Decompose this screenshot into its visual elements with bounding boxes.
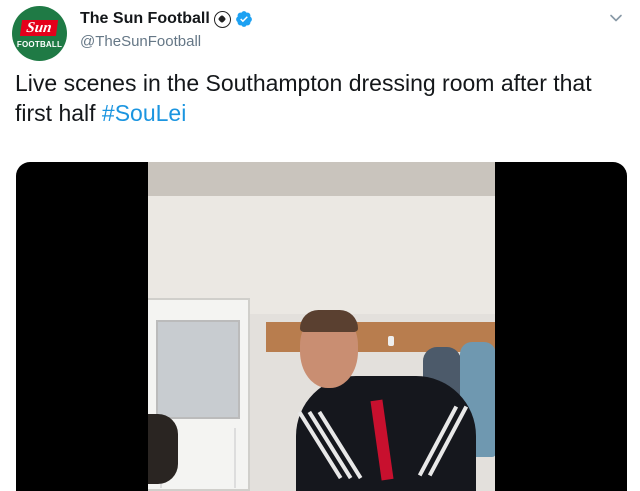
verified-badge-icon bbox=[235, 11, 252, 27]
chevron-down-icon[interactable] bbox=[606, 8, 626, 28]
sun-football-logo: Sun FOOTBALL bbox=[12, 6, 67, 61]
display-name[interactable]: The Sun Football bbox=[80, 10, 253, 28]
video-wall bbox=[148, 196, 495, 314]
video-person-hair bbox=[300, 310, 358, 332]
video-ceiling bbox=[148, 162, 495, 196]
video-jacket-stripe bbox=[307, 410, 353, 480]
video-jacket-stripe bbox=[317, 410, 363, 480]
handle[interactable]: @TheSunFootball bbox=[80, 33, 201, 50]
video-player[interactable] bbox=[16, 162, 627, 491]
logo-label: FOOTBALL bbox=[16, 40, 63, 49]
avatar[interactable]: Sun FOOTBALL bbox=[12, 6, 67, 61]
video-person-left bbox=[148, 414, 178, 484]
video-frame bbox=[148, 162, 495, 491]
video-hook bbox=[388, 336, 394, 346]
video-door-glass bbox=[156, 320, 240, 419]
tweet-text: Live scenes in the Southampton dressing … bbox=[15, 68, 627, 128]
hashtag-link[interactable]: #SouLei bbox=[102, 100, 186, 126]
video-jacket-stripe bbox=[297, 410, 343, 480]
display-name-text: The Sun Football bbox=[80, 10, 210, 27]
football-icon bbox=[213, 10, 231, 28]
video-jacket-stripe bbox=[417, 405, 459, 477]
logo-brand: Sun bbox=[19, 20, 59, 36]
